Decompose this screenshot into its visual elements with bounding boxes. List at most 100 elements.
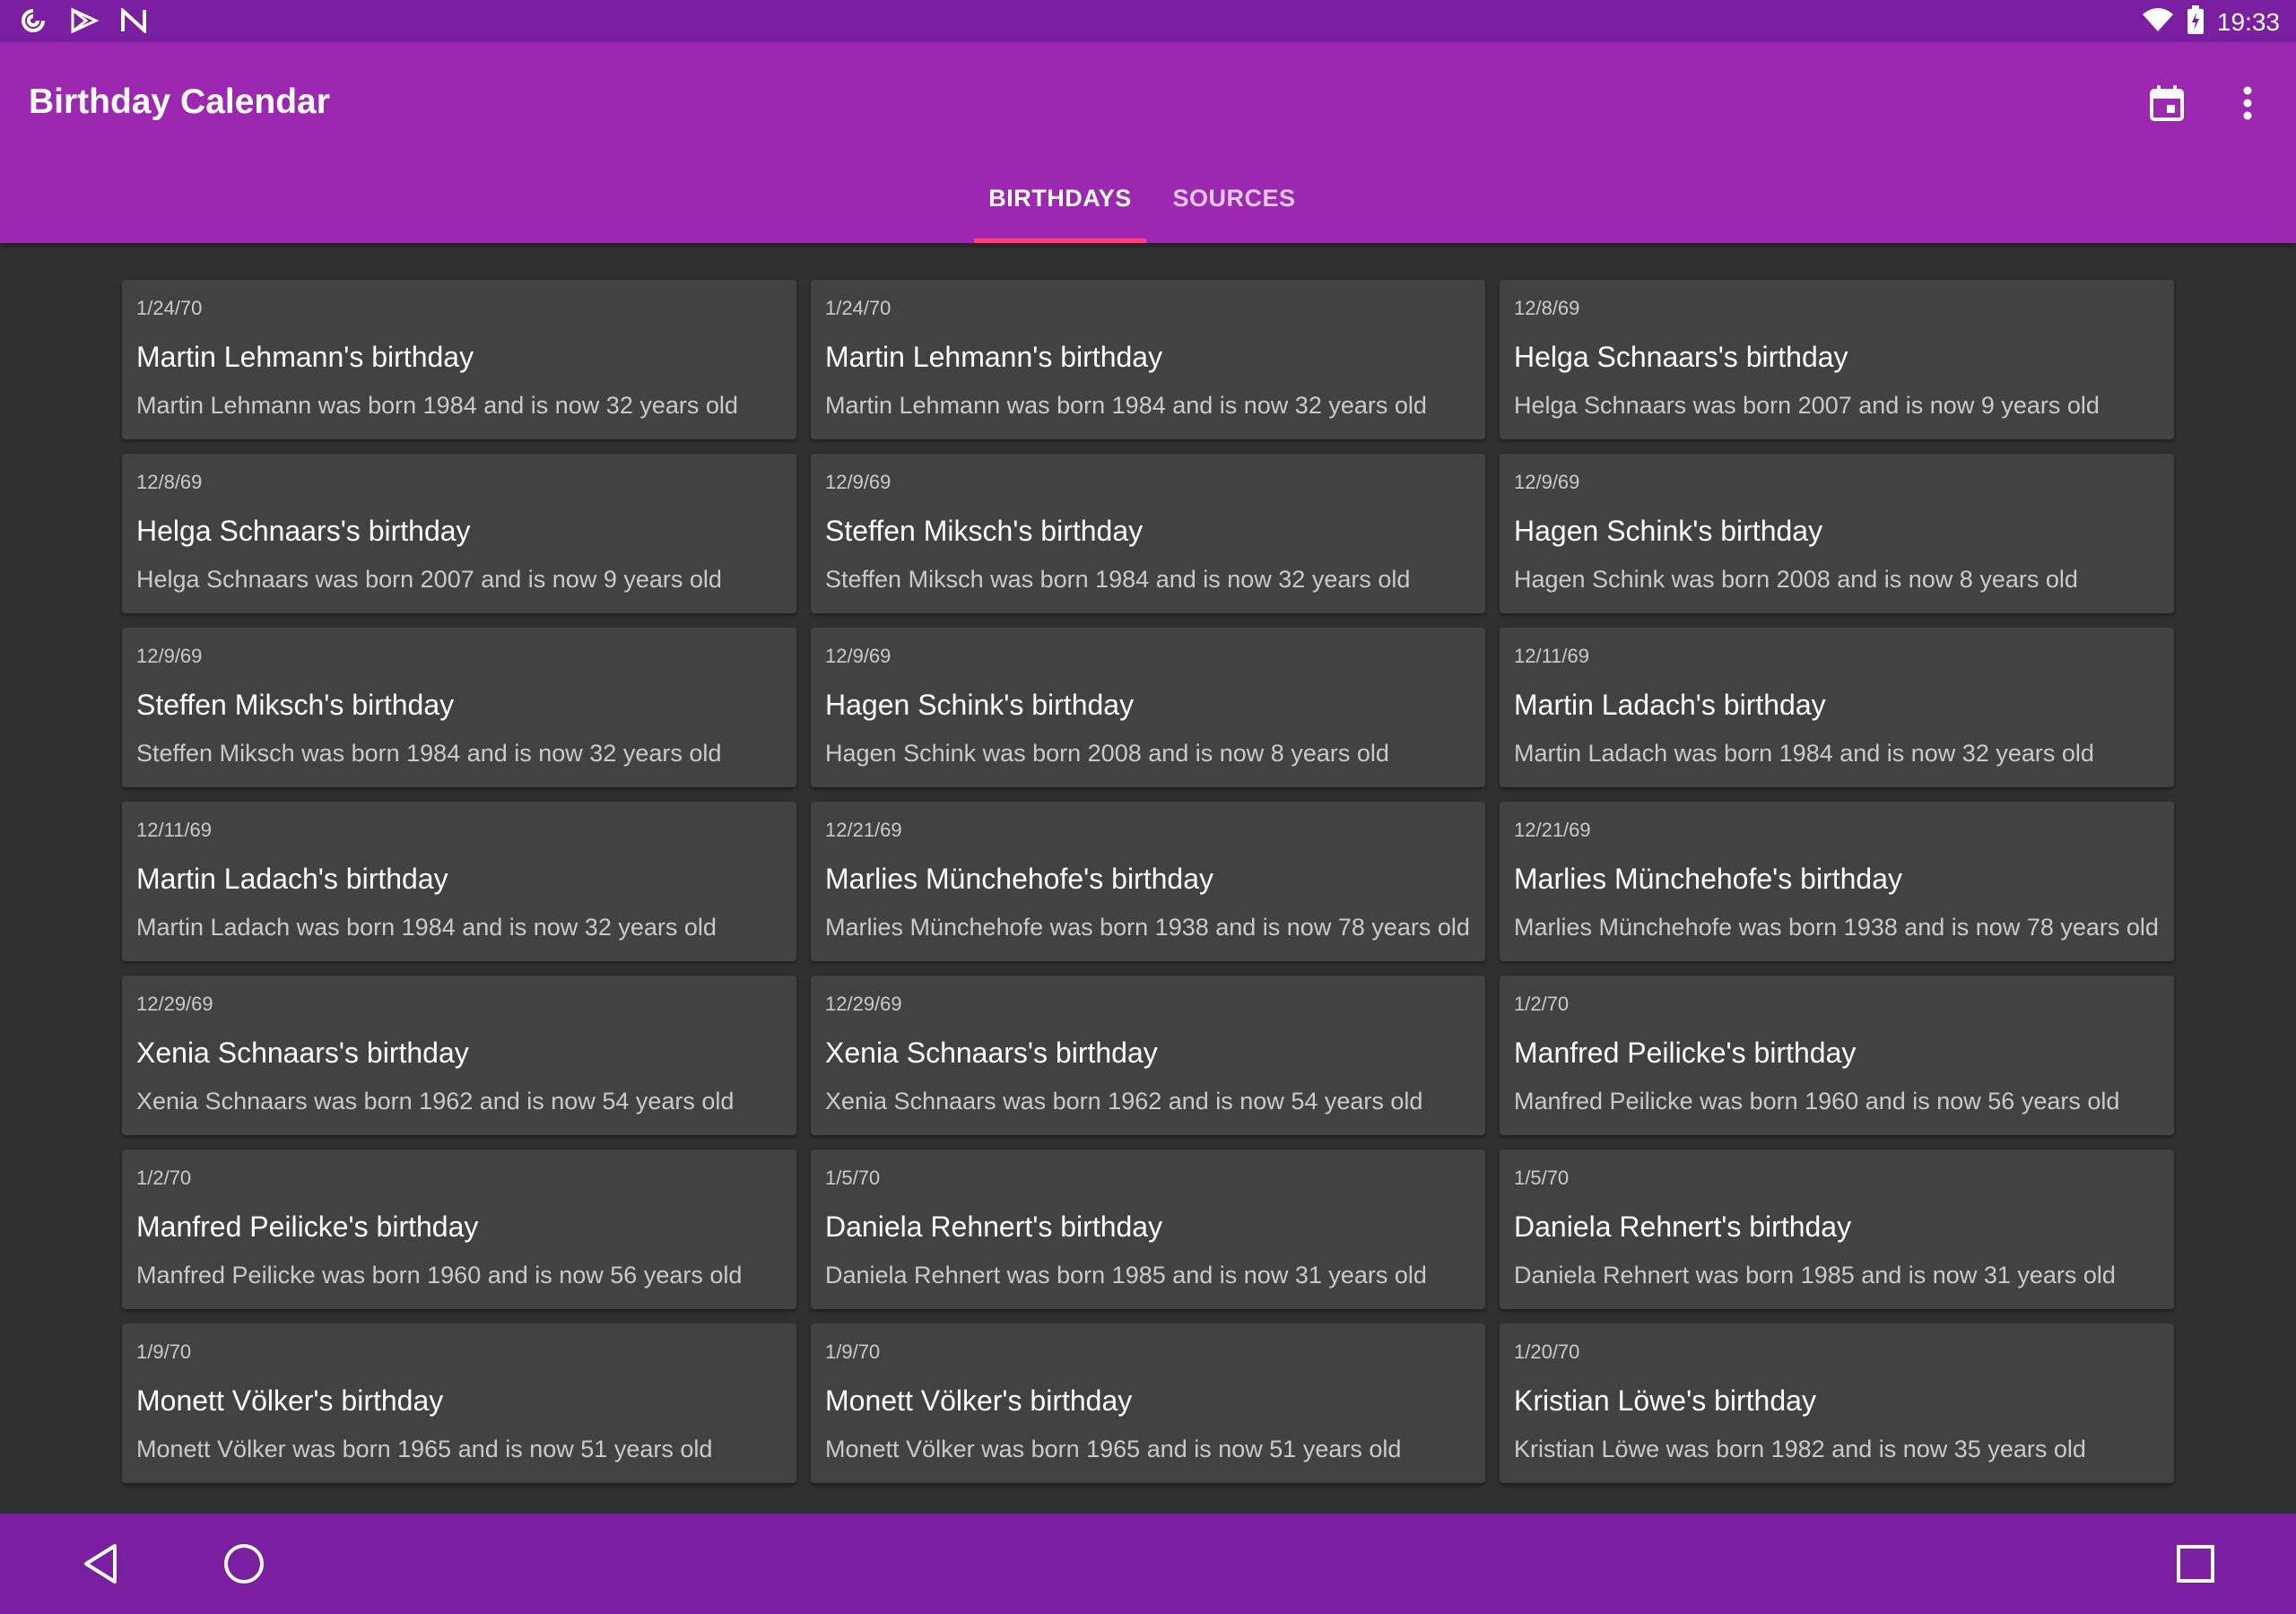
birthday-description: Martin Lehmann was born 1984 and is now … [825, 392, 1427, 419]
birthday-description: Steffen Miksch was born 1984 and is now … [136, 740, 722, 767]
status-notifications [18, 6, 147, 39]
birthday-title: Martin Ladach's birthday [1514, 689, 1826, 721]
birthday-date: 12/11/69 [1514, 645, 1590, 667]
birthday-date: 12/8/69 [136, 471, 203, 493]
birthday-date: 12/9/69 [136, 645, 203, 667]
birthday-title: Xenia Schnaars's birthday [136, 1037, 469, 1069]
birthday-date: 12/29/69 [825, 993, 902, 1015]
birthday-date: 12/9/69 [825, 471, 891, 493]
birthday-card[interactable]: 1/9/70 Monett Völker's birthday Monett Völ… [122, 1323, 796, 1483]
birthday-card[interactable]: 1/9/70 Monett Völker's birthday Monett Völ… [811, 1323, 1485, 1483]
birthday-title: Xenia Schnaars's birthday [825, 1037, 1158, 1069]
birthday-card[interactable]: 12/8/69 Helga Schnaars's birthday Helga Sc… [1500, 280, 2174, 439]
birthday-title: Manfred Peilicke's birthday [1514, 1037, 1857, 1069]
birthday-title: Kristian Löwe's birthday [1514, 1384, 1816, 1417]
birthday-title: Daniela Rehnert's birthday [825, 1210, 1163, 1243]
navigation-bar [0, 1514, 2296, 1614]
birthday-date: 1/5/70 [1514, 1167, 1570, 1189]
birthday-date: 1/9/70 [825, 1341, 881, 1363]
birthday-title: Daniela Rehnert's birthday [1514, 1210, 1852, 1243]
birthday-description: Hagen Schink was born 2008 and is now 8 … [825, 740, 1389, 767]
birthday-card[interactable]: 12/9/69 Steffen Miksch's birthday Steffen … [811, 454, 1485, 613]
birthday-date: 12/9/69 [1514, 471, 1580, 493]
birthday-description: Daniela Rehnert was born 1985 and is now… [1514, 1262, 2116, 1289]
birthday-card[interactable]: 1/5/70 Daniela Rehnert's birthday Daniela … [811, 1150, 1485, 1309]
birthday-card[interactable]: 1/2/70 Manfred Peilicke's birthday Manfred… [1500, 976, 2174, 1135]
birthday-description: Helga Schnaars was born 2007 and is now … [136, 566, 722, 593]
sync-icon [18, 7, 48, 39]
battery-icon [2187, 5, 2205, 39]
birthday-description: Helga Schnaars was born 2007 and is now … [1514, 392, 2100, 419]
birthday-title: Helga Schnaars's birthday [136, 515, 471, 547]
birthday-description: Marlies Münchehofe was born 1938 and is … [825, 914, 1470, 941]
birthday-card[interactable]: 1/24/70 Martin Lehmann's birthday Martin L… [122, 280, 796, 439]
birthday-title: Hagen Schink's birthday [1514, 515, 1823, 547]
birthday-title: Manfred Peilicke's birthday [136, 1210, 479, 1243]
birthday-description: Kristian Löwe was born 1982 and is now 3… [1514, 1436, 2086, 1462]
birthday-card[interactable]: 12/9/69 Hagen Schink's birthday Hagen Schi… [811, 628, 1485, 787]
birthday-card[interactable]: 12/8/69 Helga Schnaars's birthday Helga Sc… [122, 454, 796, 613]
birthday-title: Marlies Münchehofe's birthday [825, 863, 1213, 895]
toolbar-actions [2140, 76, 2274, 130]
birthday-description: Manfred Peilicke was born 1960 and is no… [136, 1262, 743, 1289]
birthday-description: Steffen Miksch was born 1984 and is now … [825, 566, 1411, 593]
birthday-description: Monett Völker was born 1965 and is now 5… [136, 1436, 713, 1462]
birthday-title: Martin Lehmann's birthday [825, 341, 1163, 373]
birthday-title: Monett Völker's birthday [136, 1384, 444, 1417]
birthday-title: Steffen Miksch's birthday [825, 515, 1144, 547]
tab-bar: BIRTHDAYS SOURCES [0, 153, 2296, 243]
recents-icon[interactable] [2167, 1535, 2224, 1592]
birthday-date: 12/11/69 [136, 819, 213, 841]
app-title: Birthday Calendar [29, 82, 330, 121]
birthday-card[interactable]: 12/9/69 Steffen Miksch's birthday Steffen … [122, 628, 796, 787]
status-system: 19:33 [2142, 5, 2280, 39]
calendar-icon[interactable] [2140, 76, 2194, 130]
birthday-title: Hagen Schink's birthday [825, 689, 1135, 721]
birthday-grid: 1/24/70 Martin Lehmann's birthday Martin L… [122, 280, 2174, 1483]
app-bar: Birthday Calendar BIRTHDAYS SOURCES [0, 42, 2296, 243]
play-store-icon [70, 7, 100, 39]
birthday-card[interactable]: 12/21/69 Marlies Münchehofe's birthday Mar… [811, 802, 1485, 961]
birthday-date: 1/20/70 [1514, 1341, 1580, 1363]
birthday-card[interactable]: 12/11/69 Martin Ladach's birthday Martin L… [1500, 628, 2174, 787]
birthday-date: 1/9/70 [136, 1341, 192, 1363]
birthday-date: 12/9/69 [825, 645, 891, 667]
status-time: 19:33 [2216, 7, 2280, 36]
birthday-title: Helga Schnaars's birthday [1514, 341, 1848, 373]
birthday-description: Xenia Schnaars was born 1962 and is now … [825, 1088, 1423, 1115]
birthday-card[interactable]: 1/20/70 Kristian Löwe's birthday Kristian … [1500, 1323, 2174, 1483]
birthday-description: Daniela Rehnert was born 1985 and is now… [825, 1262, 1427, 1289]
birthday-card[interactable]: 1/24/70 Martin Lehmann's birthday Martin L… [811, 280, 1485, 439]
wifi-icon [2142, 7, 2174, 37]
birthday-card[interactable]: 12/29/69 Xenia Schnaars's birthday Xenia S… [811, 976, 1485, 1135]
birthday-title: Marlies Münchehofe's birthday [1514, 863, 1902, 895]
birthday-card[interactable]: 12/11/69 Martin Ladach's birthday Martin L… [122, 802, 796, 961]
birthday-card[interactable]: 12/9/69 Hagen Schink's birthday Hagen Schi… [1500, 454, 2174, 613]
birthday-date: 12/8/69 [1514, 297, 1580, 319]
birthday-date: 12/21/69 [1514, 819, 1591, 841]
birthday-card[interactable]: 1/5/70 Daniela Rehnert's birthday Daniela … [1500, 1150, 2174, 1309]
birthday-description: Martin Ladach was born 1984 and is now 3… [136, 914, 717, 941]
birthday-title: Steffen Miksch's birthday [136, 689, 455, 721]
home-icon[interactable] [215, 1535, 273, 1592]
birthday-description: Xenia Schnaars was born 1962 and is now … [136, 1088, 735, 1115]
birthday-description: Marlies Münchehofe was born 1938 and is … [1514, 914, 2159, 941]
birthday-title: Martin Lehmann's birthday [136, 341, 474, 373]
birthday-date: 1/24/70 [136, 297, 203, 319]
tab-sources[interactable]: SOURCES [1146, 153, 1322, 243]
birthday-date: 1/24/70 [825, 297, 891, 319]
birthday-description: Manfred Peilicke was born 1960 and is no… [1514, 1088, 2120, 1115]
birthday-card[interactable]: 12/21/69 Marlies Münchehofe's birthday Mar… [1500, 802, 2174, 961]
birthday-date: 1/2/70 [136, 1167, 192, 1189]
birthday-description: Martin Ladach was born 1984 and is now 3… [1514, 740, 2094, 767]
birthday-date: 1/5/70 [825, 1167, 881, 1189]
birthday-card[interactable]: 12/29/69 Xenia Schnaars's birthday Xenia S… [122, 976, 796, 1135]
back-icon[interactable] [72, 1535, 129, 1592]
birthday-date: 12/21/69 [825, 819, 902, 841]
tab-birthdays[interactable]: BIRTHDAYS [974, 153, 1146, 243]
nfc-icon [120, 6, 147, 38]
birthday-card[interactable]: 1/2/70 Manfred Peilicke's birthday Manfred… [122, 1150, 796, 1309]
birthday-description: Martin Lehmann was born 1984 and is now … [136, 392, 738, 419]
birthday-description: Hagen Schink was born 2008 and is now 8 … [1514, 566, 2078, 593]
overflow-menu-icon[interactable] [2221, 76, 2274, 130]
